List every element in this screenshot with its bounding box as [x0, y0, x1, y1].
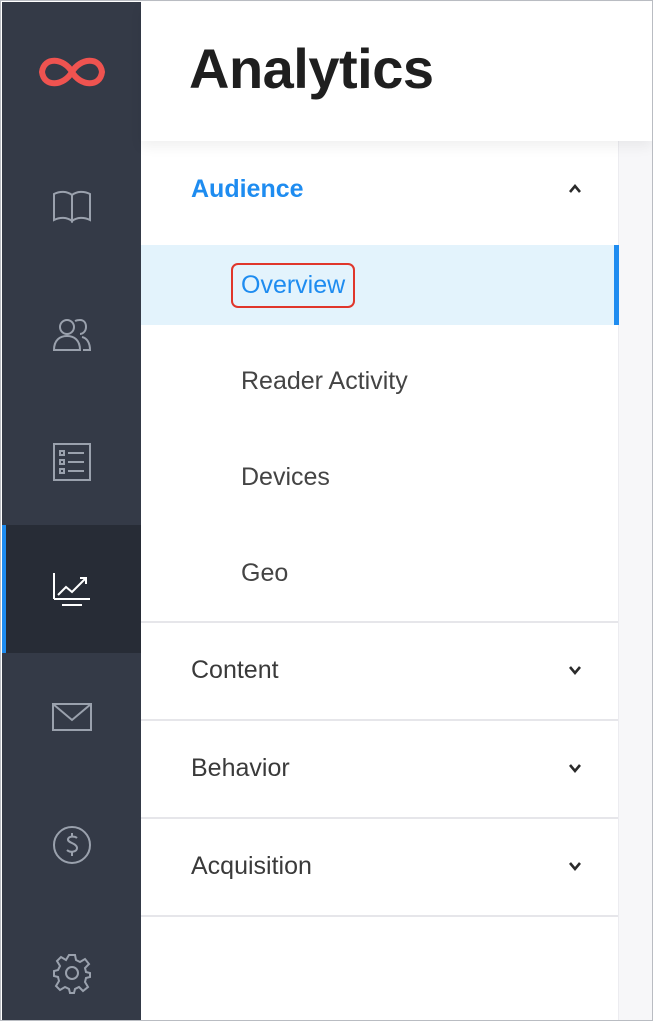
page-header: Analytics — [141, 2, 652, 141]
app-window: Analytics Audience Overview Reader Activ… — [0, 0, 653, 1021]
menu-section-behavior[interactable]: Behavior — [141, 720, 618, 816]
content-area-edge — [618, 141, 652, 1020]
gear-icon — [52, 954, 91, 994]
dollar-icon — [52, 826, 91, 864]
menu-section-acquisition[interactable]: Acquisition — [141, 818, 618, 914]
section-label-acquisition: Acquisition — [191, 851, 312, 880]
users-icon — [52, 318, 91, 351]
list-icon — [52, 443, 91, 481]
sidebar-item-billing[interactable] — [2, 781, 141, 909]
book-icon — [52, 190, 91, 224]
section-label-audience: Audience — [191, 174, 304, 203]
sidebar-item-mail[interactable] — [2, 653, 141, 781]
menu-item-overview[interactable]: Overview — [141, 245, 619, 325]
app-logo[interactable] — [2, 2, 141, 142]
menu-item-label: Reader Activity — [241, 366, 408, 395]
infinity-logo-icon — [38, 57, 105, 87]
chevron-down-icon[interactable] — [568, 761, 582, 775]
icon-sidebar — [2, 2, 141, 1020]
sidebar-item-lists[interactable] — [2, 398, 141, 526]
analytics-chart-icon — [52, 573, 90, 606]
menu-item-label: Devices — [241, 462, 330, 491]
sidebar-item-analytics[interactable] — [2, 525, 141, 653]
chevron-down-icon[interactable] — [568, 663, 582, 677]
menu-item-label: Overview — [231, 262, 356, 308]
section-label-content: Content — [191, 655, 279, 684]
chevron-up-icon[interactable] — [568, 182, 582, 196]
menu-item-label: Geo — [241, 558, 289, 587]
section-label-behavior: Behavior — [191, 753, 290, 782]
menu-item-devices[interactable]: Devices — [141, 437, 618, 517]
sidebar-item-people[interactable] — [2, 270, 141, 398]
menu-item-reader-activity[interactable]: Reader Activity — [141, 341, 618, 421]
divider — [141, 915, 618, 917]
menu-section-audience[interactable]: Audience — [141, 141, 618, 237]
page-title: Analytics — [189, 37, 434, 100]
analytics-menu: Audience Overview Reader Activity Device… — [141, 141, 619, 1020]
sidebar-item-settings[interactable] — [2, 909, 141, 1020]
mail-icon — [51, 703, 92, 731]
menu-section-content[interactable]: Content — [141, 622, 618, 718]
menu-item-geo[interactable]: Geo — [141, 533, 618, 613]
chevron-down-icon[interactable] — [568, 859, 582, 873]
sidebar-item-library[interactable] — [2, 142, 141, 270]
